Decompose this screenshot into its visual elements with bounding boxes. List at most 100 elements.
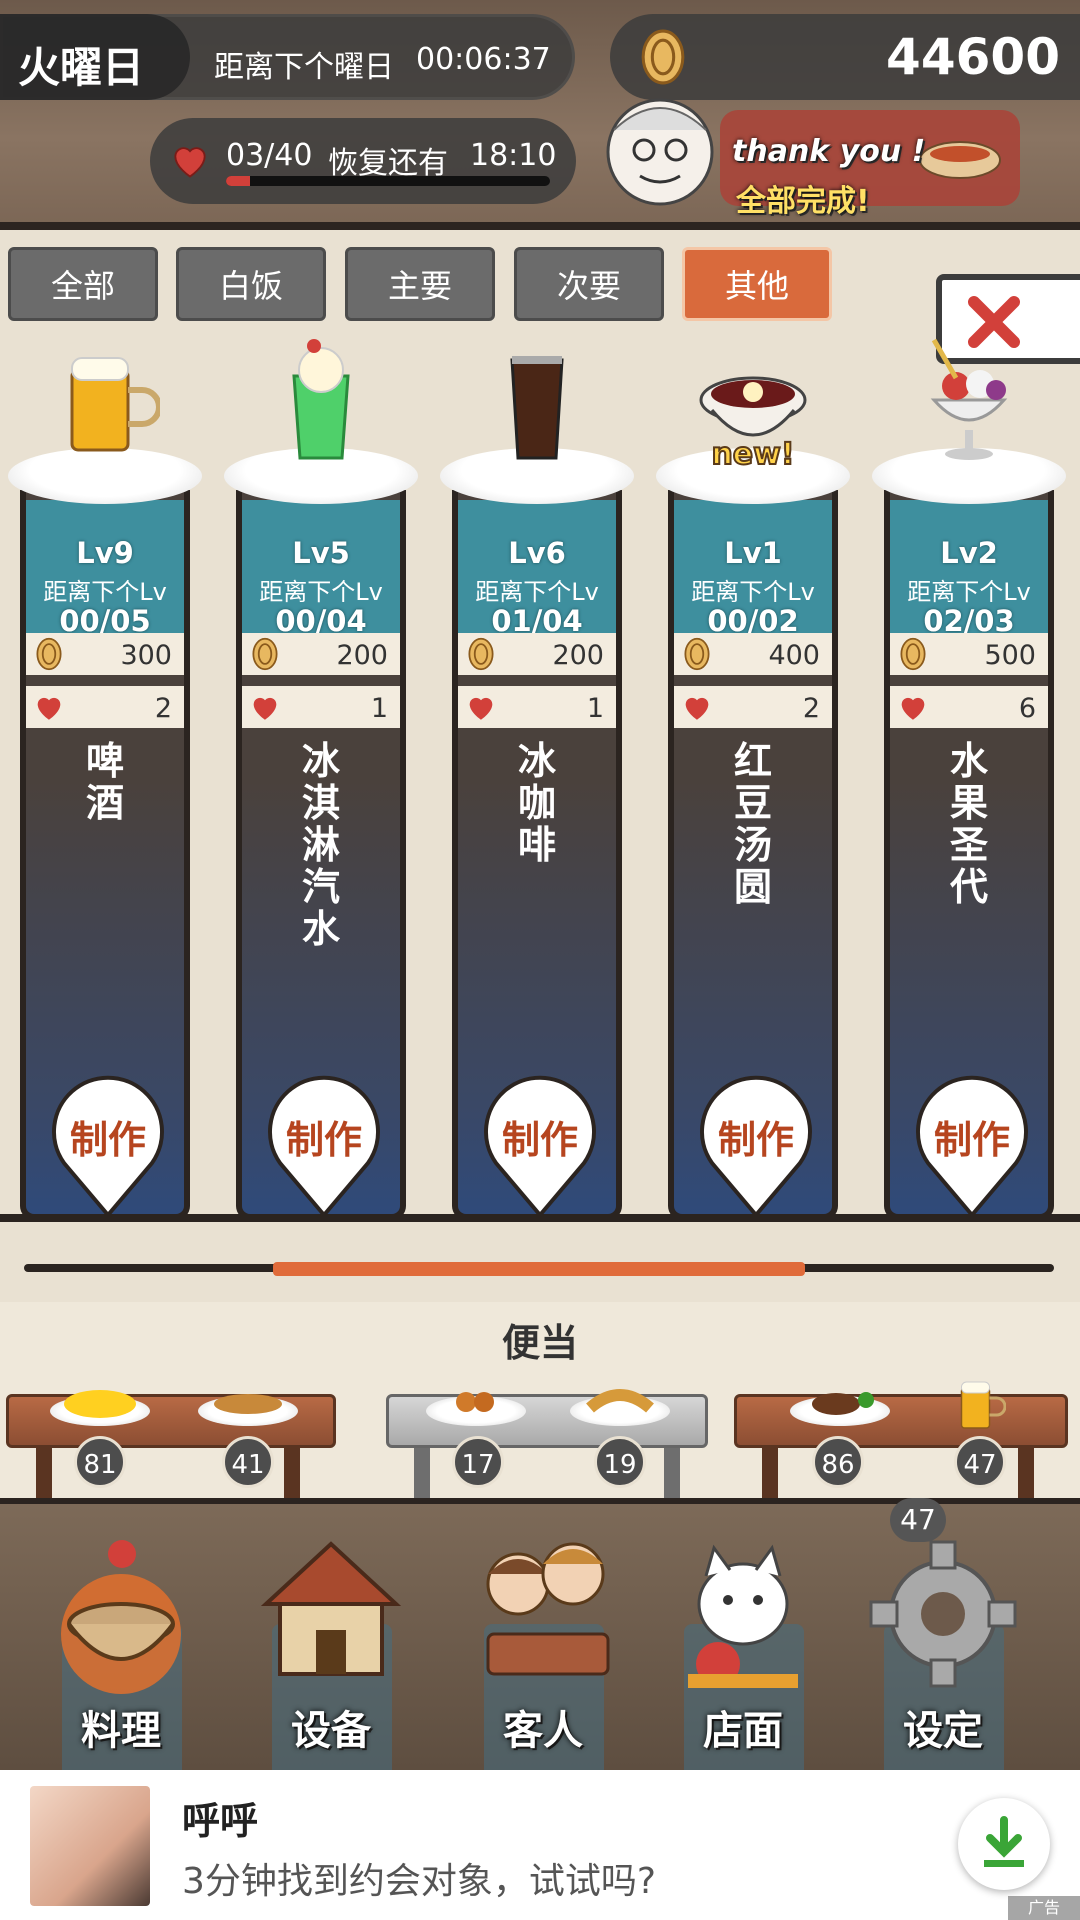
make-button-label: 制作 bbox=[501, 1118, 578, 1162]
make-button[interactable]: 制作 bbox=[698, 1075, 814, 1217]
coin-balance: 44600 bbox=[886, 28, 1060, 86]
ad-avatar[interactable] bbox=[30, 1786, 150, 1906]
coin-icon bbox=[641, 29, 685, 85]
nav-label: 料理 bbox=[81, 1708, 161, 1754]
heart-icon bbox=[37, 697, 61, 720]
tab-side[interactable]: 次要 bbox=[514, 247, 664, 321]
nav-label: 设备 bbox=[291, 1708, 371, 1754]
cooking-pot-icon bbox=[61, 1540, 181, 1694]
beer-icon bbox=[960, 1381, 1006, 1429]
heart-icon bbox=[685, 697, 709, 720]
dish-next-level-label: 距离下个Lv bbox=[691, 578, 815, 606]
dish-heart-row: 2 bbox=[26, 686, 184, 728]
nav-label: 设定 bbox=[903, 1708, 983, 1754]
make-button[interactable]: 制作 bbox=[482, 1075, 598, 1217]
dish-scroll-thumb[interactable] bbox=[273, 1262, 805, 1276]
dish-name: 冰淇淋汽水 bbox=[301, 739, 340, 951]
tab-rice[interactable]: 白饭 bbox=[176, 247, 326, 321]
dish-price: 200 bbox=[552, 640, 604, 671]
dish-heart-cost: 1 bbox=[586, 693, 604, 724]
table-leg bbox=[664, 1448, 680, 1500]
coin-icon bbox=[36, 637, 62, 671]
bento-count: 81 bbox=[74, 1436, 126, 1488]
coin-icon bbox=[252, 637, 278, 671]
fried-shrimp-icon bbox=[586, 1389, 654, 1413]
dish-heart-cost: 2 bbox=[802, 693, 820, 724]
dish-card-red-bean-soup[interactable]: new! Lv1 距离下个Lv 00/02 400 2 红豆汤圆制作 bbox=[656, 330, 856, 1220]
recover-time: 18:10 bbox=[470, 138, 557, 173]
hamburg-steak-icon bbox=[812, 1392, 874, 1415]
make-button[interactable]: 制作 bbox=[266, 1075, 382, 1217]
banner-thank-you: thank you ! bbox=[732, 134, 926, 169]
tab-all[interactable]: 全部 bbox=[8, 247, 158, 321]
countdown-time: 00:06:37 bbox=[416, 42, 551, 77]
beer-icon bbox=[70, 357, 160, 452]
karaage-icon bbox=[456, 1392, 494, 1412]
make-button[interactable]: 制作 bbox=[914, 1075, 1030, 1217]
heart-icon bbox=[901, 697, 925, 720]
table-leg bbox=[284, 1448, 300, 1500]
bento-title: 便当 bbox=[501, 1321, 578, 1365]
bento-table-3 bbox=[734, 1394, 1068, 1448]
nav-cooking[interactable]: 料理 bbox=[26, 1504, 216, 1770]
dish-heart-row: 2 bbox=[674, 686, 832, 728]
ad-title[interactable]: 呼呼 bbox=[182, 1790, 258, 1845]
dish-name: 啤酒 bbox=[85, 739, 124, 825]
heart-icon bbox=[469, 697, 493, 720]
dish-next-level-label: 距离下个Lv bbox=[475, 578, 599, 606]
nav-customers[interactable]: 客人 bbox=[448, 1504, 638, 1770]
make-button[interactable]: 制作 bbox=[50, 1075, 166, 1217]
customers-icon bbox=[486, 1542, 610, 1676]
ad-download-button[interactable] bbox=[958, 1798, 1050, 1890]
coin-icon bbox=[468, 637, 494, 671]
dish-card-fruit-sundae[interactable]: Lv2 距离下个Lv 02/03 500 6 水果圣代制作 bbox=[872, 330, 1072, 1220]
bento-count: 19 bbox=[594, 1436, 646, 1488]
download-icon bbox=[984, 1816, 1024, 1867]
countdown-label: 距离下个曜日 bbox=[214, 50, 394, 85]
dish-card-beer[interactable]: Lv9 距离下个Lv 00/05 300 2 啤酒制作 bbox=[8, 330, 208, 1220]
tab-main[interactable]: 主要 bbox=[345, 247, 495, 321]
current-day: 火曜日 bbox=[18, 43, 145, 92]
heart-icon bbox=[174, 147, 206, 178]
dish-price-row: 200 bbox=[242, 633, 400, 675]
make-button-label: 制作 bbox=[717, 1118, 794, 1162]
heart-count: 03/40 bbox=[226, 138, 313, 173]
lucky-cat-icon bbox=[688, 1544, 798, 1688]
dish-next-level-label: 距离下个Lv bbox=[907, 578, 1031, 606]
table-leg bbox=[36, 1448, 52, 1500]
heart-progress-bar bbox=[226, 176, 550, 186]
dish-price-row: 500 bbox=[890, 633, 1048, 675]
dish-card-iced-coffee[interactable]: Lv6 距离下个Lv 01/04 200 1 冰咖啡制作 bbox=[440, 330, 640, 1220]
dish-heart-cost: 6 bbox=[1018, 693, 1036, 724]
dish-price: 500 bbox=[984, 640, 1036, 671]
dish-price: 200 bbox=[336, 640, 388, 671]
make-button-label: 制作 bbox=[285, 1118, 362, 1162]
dish-next-level-label: 距离下个Lv bbox=[43, 578, 167, 606]
nav-equipment[interactable]: 设备 bbox=[236, 1504, 426, 1770]
dish-level: Lv1 bbox=[724, 536, 782, 570]
table-leg bbox=[1018, 1448, 1034, 1500]
dish-panel-bottom-border bbox=[0, 1214, 1080, 1222]
ad-tag: 广告 bbox=[1008, 1896, 1080, 1920]
ad-subtitle[interactable]: 3分钟找到约会对象，试试吗? bbox=[182, 1852, 656, 1904]
grilled-fish-icon bbox=[214, 1394, 282, 1414]
dish-price: 400 bbox=[768, 640, 820, 671]
cream-soda-icon bbox=[292, 339, 350, 460]
dish-heart-row: 6 bbox=[890, 686, 1048, 728]
table-leg bbox=[762, 1448, 778, 1500]
fruit-sundae-icon bbox=[930, 338, 1008, 460]
hud-divider bbox=[0, 222, 1080, 230]
coin-icon bbox=[684, 637, 710, 671]
tab-other[interactable]: 其他 bbox=[682, 247, 832, 321]
dish-level: Lv2 bbox=[940, 536, 998, 570]
dish-next-level-label: 距离下个Lv bbox=[259, 578, 383, 606]
dish-card-cream-soda[interactable]: Lv5 距离下个Lv 00/04 200 1 冰淇淋汽水制作 bbox=[224, 330, 424, 1220]
heart-icon bbox=[253, 697, 277, 720]
nav-shop[interactable]: 店面 bbox=[648, 1504, 838, 1770]
dish-heart-row: 1 bbox=[242, 686, 400, 728]
dish-level: Lv6 bbox=[508, 536, 566, 570]
nav-settings[interactable]: 设定 bbox=[848, 1504, 1038, 1770]
dish-price-row: 300 bbox=[26, 633, 184, 675]
red-bean-soup-icon: new! bbox=[699, 376, 807, 470]
dish-heart-cost: 1 bbox=[370, 693, 388, 724]
